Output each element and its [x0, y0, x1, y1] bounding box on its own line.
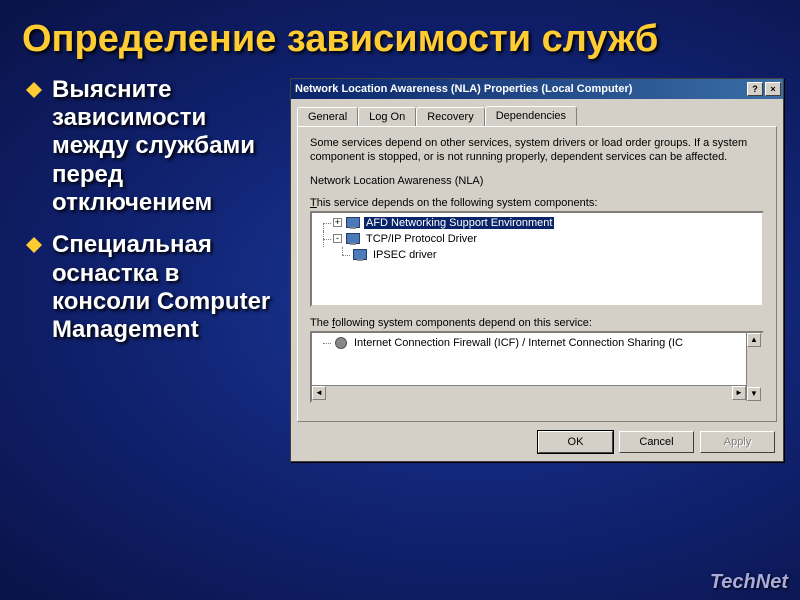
tab-strip: General Log On Recovery Dependencies — [291, 99, 783, 125]
dependencies-panel: Some services depend on other services, … — [297, 126, 777, 422]
tree-node[interactable]: - TCP/IP Protocol Driver — [314, 231, 760, 247]
tree-node[interactable]: + AFD Networking Support Environment — [314, 215, 760, 231]
tree-label[interactable]: TCP/IP Protocol Driver — [364, 233, 479, 245]
properties-dialog: Network Location Awareness (NLA) Propert… — [290, 78, 784, 462]
gear-icon — [333, 335, 349, 351]
tree-label[interactable]: AFD Networking Support Environment — [364, 217, 554, 229]
depends-on-label: This service depends on the following sy… — [310, 197, 764, 209]
tab-recovery[interactable]: Recovery — [416, 107, 484, 127]
technet-logo: TechNet — [710, 571, 788, 594]
horizontal-scrollbar[interactable]: ◄ ► — [312, 385, 746, 401]
dialog-titlebar[interactable]: Network Location Awareness (NLA) Propert… — [291, 79, 783, 99]
cancel-button[interactable]: Cancel — [619, 431, 694, 453]
slide-title: Определение зависимости служб — [0, 0, 800, 68]
monitor-icon — [345, 231, 361, 247]
collapse-icon[interactable]: - — [333, 234, 342, 243]
scroll-down-button[interactable]: ▼ — [747, 387, 761, 401]
close-button[interactable]: × — [765, 82, 781, 96]
tree-node[interactable]: IPSEC driver — [314, 247, 760, 263]
expand-icon[interactable]: + — [333, 218, 342, 227]
scroll-up-button[interactable]: ▲ — [747, 333, 761, 347]
depends-on-tree[interactable]: + AFD Networking Support Environment - T… — [310, 211, 764, 307]
monitor-icon — [345, 215, 361, 231]
bullet-item: Выясните зависимости между службами пере… — [26, 76, 280, 218]
bullet-text: Выясните зависимости между службами пере… — [52, 76, 280, 218]
panel-description: Some services depend on other services, … — [310, 137, 764, 165]
tree-label[interactable]: Internet Connection Firewall (ICF) / Int… — [352, 337, 685, 349]
diamond-icon — [26, 229, 42, 245]
tab-logon[interactable]: Log On — [358, 107, 416, 127]
scroll-right-button[interactable]: ► — [732, 386, 746, 400]
service-name: Network Location Awareness (NLA) — [310, 175, 764, 187]
dialog-title: Network Location Awareness (NLA) Propert… — [295, 83, 745, 95]
depended-by-label: The following system components depend o… — [310, 317, 764, 329]
bullet-list: Выясните зависимости между службами пере… — [0, 68, 280, 359]
bullet-item: Специальная оснастка в консоли Computer … — [26, 231, 280, 344]
vertical-scrollbar[interactable]: ▲ ▼ — [746, 333, 762, 401]
tab-general[interactable]: General — [297, 107, 358, 127]
diamond-icon — [26, 74, 42, 90]
tree-label[interactable]: IPSEC driver — [371, 249, 439, 261]
bullet-text: Специальная оснастка в консоли Computer … — [52, 231, 280, 344]
apply-button[interactable]: Apply — [700, 431, 775, 453]
dialog-button-row: OK Cancel Apply — [291, 427, 783, 461]
scroll-left-button[interactable]: ◄ — [312, 386, 326, 400]
ok-button[interactable]: OK — [538, 431, 613, 453]
help-button[interactable]: ? — [747, 82, 763, 96]
monitor-icon — [352, 247, 368, 263]
tree-node[interactable]: Internet Connection Firewall (ICF) / Int… — [314, 335, 760, 351]
tab-dependencies[interactable]: Dependencies — [485, 106, 577, 126]
depended-by-tree[interactable]: Internet Connection Firewall (ICF) / Int… — [310, 331, 764, 403]
